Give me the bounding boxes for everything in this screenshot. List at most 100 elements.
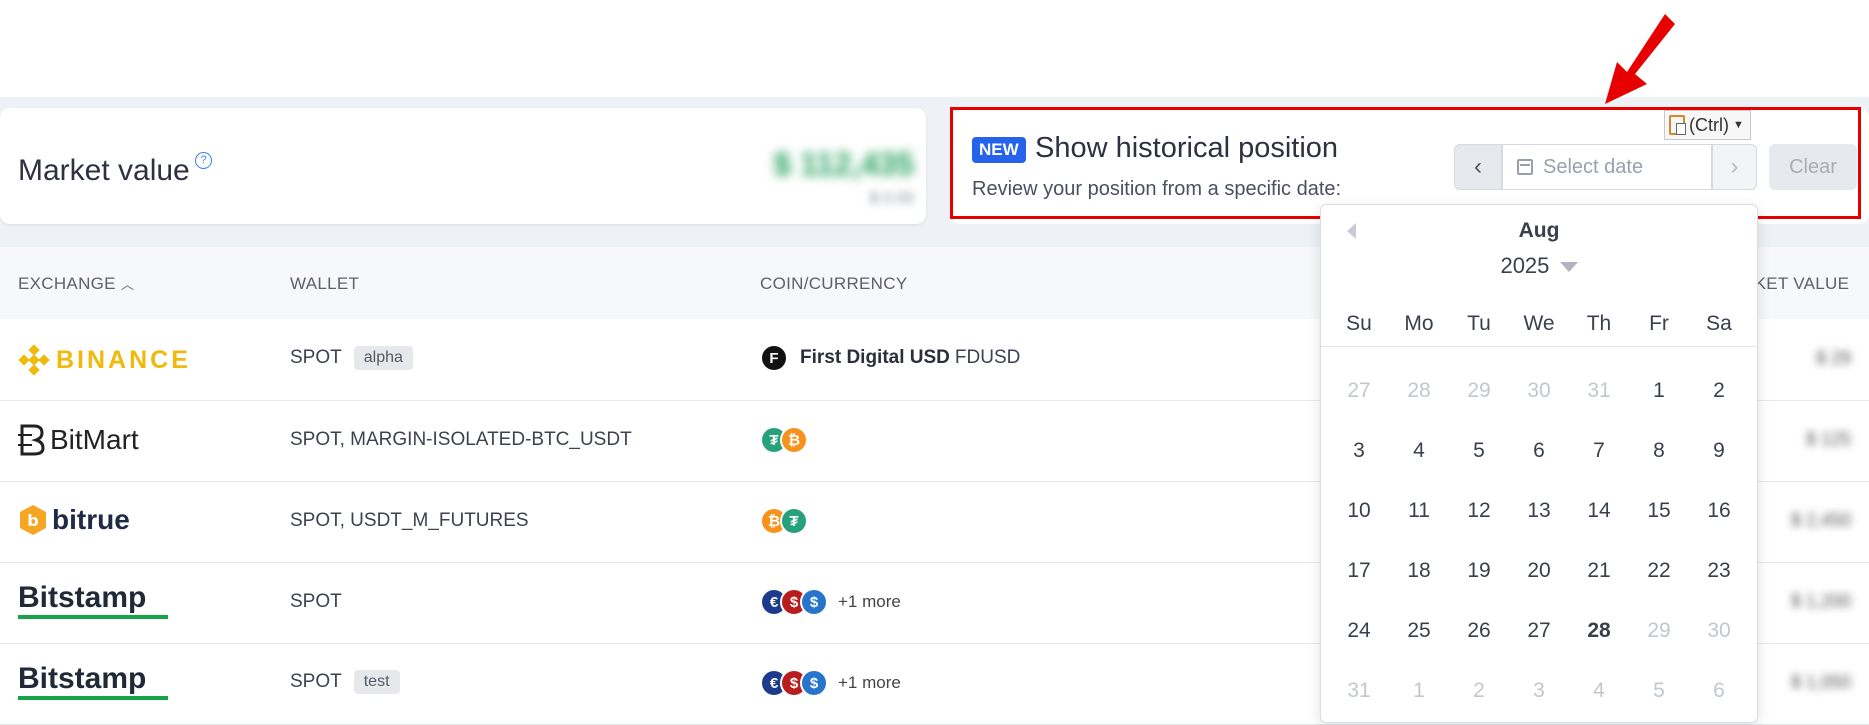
wallet-header: WALLET [290, 274, 360, 293]
bitstamp-logo: Bitstamp [18, 664, 168, 700]
market-value-cell: $ 1,200 [1790, 591, 1851, 611]
coin-cell: F First Digital USD FDUSD [760, 344, 1020, 372]
coin-cell: € $ $ +1 more [760, 588, 901, 616]
wallet-tag: test [353, 670, 400, 694]
weekday-label: Su [1346, 312, 1372, 335]
binance-icon [18, 344, 50, 376]
day-cell[interactable]: 24 [1329, 601, 1389, 661]
day-cell[interactable]: 28 [1569, 601, 1629, 661]
next-date-button[interactable]: › [1712, 144, 1757, 190]
wallet-cell: SPOT test [290, 670, 400, 694]
day-cell: 3 [1533, 679, 1545, 702]
day-cell[interactable]: 13 [1509, 481, 1569, 541]
paste-label: (Ctrl) [1689, 114, 1729, 135]
day-cell[interactable]: 27 [1509, 601, 1569, 661]
more-coins[interactable]: +1 more [838, 673, 901, 693]
day-cell: 31 [1587, 379, 1611, 402]
more-coins[interactable]: +1 more [838, 592, 901, 612]
clear-button[interactable]: Clear [1769, 144, 1857, 190]
date-placeholder: Select date [1543, 155, 1644, 178]
day-cell[interactable]: 19 [1449, 541, 1509, 601]
day-cell: 30 [1707, 619, 1731, 642]
day-cell: 27 [1347, 379, 1371, 402]
day-cell[interactable]: 26 [1449, 601, 1509, 661]
day-cell[interactable]: 9 [1689, 421, 1749, 481]
day-cell: 29 [1647, 619, 1671, 642]
day-cell: 6 [1713, 679, 1725, 702]
help-icon[interactable]: ? [195, 152, 212, 169]
chevron-left-icon: ‹ [1474, 153, 1482, 180]
day-cell[interactable]: 12 [1449, 481, 1509, 541]
day-cell[interactable]: 22 [1629, 541, 1689, 601]
historical-title: Show historical position [1035, 132, 1339, 164]
day-cell[interactable]: 17 [1329, 541, 1389, 601]
bitcoin-icon: ₿ [780, 426, 808, 454]
previous-date-button[interactable]: ‹ [1454, 144, 1502, 190]
day-cell[interactable]: 10 [1329, 481, 1389, 541]
day-cell[interactable]: 15 [1629, 481, 1689, 541]
datepicker-year-select[interactable]: 2025 [1321, 253, 1757, 279]
coin-cell: ₮ ₿ [760, 426, 808, 454]
weekday-label: Mo [1404, 312, 1434, 335]
day-cell[interactable]: 20 [1509, 541, 1569, 601]
market-value-cell: $ 125 [1805, 429, 1851, 449]
bitrue-wordmark: bitrue [52, 504, 130, 535]
usdc-icon: $ [800, 588, 828, 616]
chevron-right-icon: › [1730, 153, 1739, 180]
weekday-label: Th [1586, 312, 1612, 335]
day-cell[interactable]: 7 [1569, 421, 1629, 481]
bitmart-icon [18, 424, 45, 456]
paste-options-button[interactable]: (Ctrl) ▼ [1664, 110, 1751, 140]
coin-header: COIN/CURRENCY [760, 274, 908, 293]
bitmart-logo: BitMart [18, 423, 139, 457]
weekday-header: Su Mo Tu We Th Fr Sa [1321, 301, 1757, 347]
weekday-label: Sa [1706, 312, 1732, 335]
market-value-cell: $ 1,050 [1790, 672, 1851, 692]
day-cell[interactable]: 6 [1509, 421, 1569, 481]
sort-up-icon: ︿ [120, 277, 135, 292]
day-cell: 1 [1413, 679, 1425, 702]
day-cell: 2 [1473, 679, 1485, 702]
day-cell: 28 [1407, 379, 1431, 402]
weekday-label: We [1523, 312, 1555, 335]
market-value-cell: $ 2,450 [1790, 510, 1851, 530]
usdt-icon: ₮ [780, 507, 808, 535]
day-cell[interactable]: 4 [1389, 421, 1449, 481]
new-badge: NEW [972, 137, 1026, 163]
weekday-label: Tu [1467, 312, 1491, 335]
caret-down-icon: ▼ [1732, 119, 1744, 131]
calendar-icon [1517, 159, 1533, 175]
day-cell: 5 [1653, 679, 1665, 702]
market-value-header: RKET VALUE [1742, 274, 1850, 293]
coin-cell: € $ $ +1 more [760, 669, 901, 697]
bitstamp-logo: Bitstamp [18, 583, 168, 619]
day-cell[interactable]: 5 [1449, 421, 1509, 481]
day-cell[interactable]: 14 [1569, 481, 1629, 541]
day-cell: 30 [1527, 379, 1551, 402]
fdusd-icon: F [760, 344, 788, 372]
market-value-amount: $ 112,435 [773, 146, 914, 182]
day-cell[interactable]: 16 [1689, 481, 1749, 541]
day-cell[interactable]: 18 [1389, 541, 1449, 601]
weekday-label: Fr [1649, 312, 1669, 335]
day-cell: 31 [1347, 679, 1371, 702]
market-value-sub: $ 0.00 [869, 190, 914, 207]
market-value-card: Market value ? $ 112,435 $ 0.00 [0, 108, 926, 224]
bitstamp-underline [18, 696, 168, 700]
day-cell[interactable]: 1 [1629, 361, 1689, 421]
svg-text:b: b [27, 511, 38, 530]
day-cell[interactable]: 23 [1689, 541, 1749, 601]
bitmart-wordmark: BitMart [50, 424, 139, 455]
day-cell[interactable]: 3 [1329, 421, 1389, 481]
day-cell[interactable]: 11 [1389, 481, 1449, 541]
day-cell[interactable]: 21 [1569, 541, 1629, 601]
wallet-cell: SPOT, USDT_M_FUTURES [290, 510, 529, 531]
day-cell[interactable]: 2 [1689, 361, 1749, 421]
bitstamp-underline [18, 615, 168, 619]
day-cell[interactable]: 8 [1629, 421, 1689, 481]
day-cell[interactable]: 25 [1389, 601, 1449, 661]
date-input[interactable]: Select date [1502, 144, 1712, 190]
exchange-header[interactable]: EXCHANGE ︿ [18, 274, 134, 294]
datepicker-month[interactable]: Aug [1321, 219, 1757, 243]
coin-ticker: FDUSD [954, 347, 1021, 368]
